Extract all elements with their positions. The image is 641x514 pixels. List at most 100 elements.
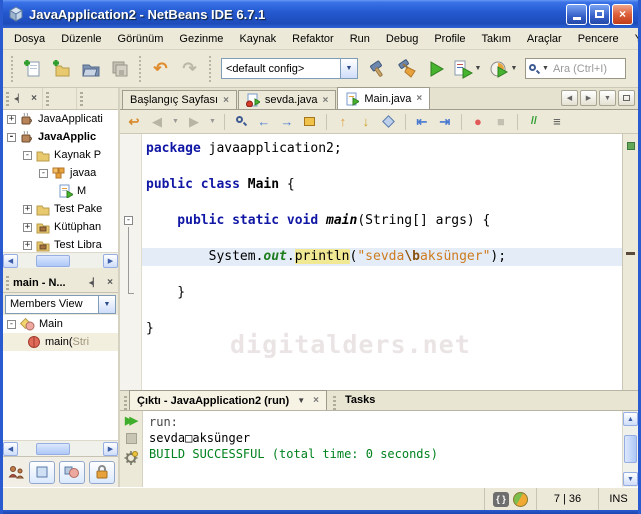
output-console[interactable]: run: sevda□aksünger BUILD SUCCESSFUL (to… (143, 411, 622, 487)
search-dropdown-arrow[interactable]: ▼ (542, 65, 549, 72)
scroll-thumb[interactable] (624, 435, 637, 463)
collapse-icon[interactable]: - (23, 150, 32, 160)
members-view-dropdown[interactable]: ▼ (98, 295, 115, 313)
next-bookmark-button[interactable]: ↓ (356, 115, 376, 128)
stop-button[interactable] (125, 433, 137, 444)
drag-grip[interactable] (332, 396, 336, 410)
menu-gorunum[interactable]: Görünüm (110, 30, 172, 48)
projects-hscrollbar[interactable]: ◀ ▶ (3, 252, 118, 268)
scroll-left-button[interactable]: ◀ (3, 253, 18, 268)
shift-right-button[interactable]: ⇥ (435, 115, 455, 128)
menu-refaktor[interactable]: Refaktor (284, 30, 342, 48)
next-occurrence-button[interactable]: → (277, 115, 297, 128)
rerun-button[interactable]: ▶▶ (125, 414, 138, 427)
menu-debug[interactable]: Debug (378, 30, 426, 48)
menu-profile[interactable]: Profile (426, 30, 473, 48)
tab-close-icon[interactable]: × (323, 95, 329, 106)
navigator-hscrollbar[interactable]: ◀ ▶ (3, 440, 118, 456)
close-button[interactable]: × (612, 3, 633, 25)
tab-main-java[interactable]: Main.java × (337, 87, 431, 109)
close-pane-icon[interactable]: × (29, 92, 39, 105)
dock-tab-handle[interactable] (43, 88, 78, 109)
scroll-right-button[interactable]: ▶ (103, 441, 118, 456)
minimize-button[interactable] (566, 3, 587, 25)
show-inherited-members-icon[interactable] (7, 463, 25, 481)
start-macro-recording-button[interactable]: ● (468, 115, 488, 128)
tasks-tab[interactable]: Tasks (338, 390, 382, 410)
navigator-header[interactable]: main - N... ◂▏ × (3, 273, 118, 293)
scroll-thumb[interactable] (36, 254, 70, 267)
tree-item-package[interactable]: - javaa (3, 164, 118, 182)
tree-item-javaapplication2[interactable]: - JavaApplic (3, 128, 118, 146)
tab-close-icon[interactable]: × (416, 93, 422, 104)
code-area[interactable]: package javaapplication2; public class M… (142, 134, 622, 390)
config-dropdown-button[interactable]: ▼ (340, 59, 357, 78)
maximize-editor-button[interactable] (618, 90, 635, 106)
collapse-icon[interactable]: - (39, 168, 48, 178)
menu-gezinme[interactable]: Gezinme (171, 30, 231, 48)
build-button[interactable] (364, 55, 391, 82)
profile-button[interactable]: ▼ (487, 55, 521, 82)
code-editor[interactable]: - package javaapplication2; public class… (120, 134, 638, 390)
new-file-button[interactable] (19, 55, 46, 82)
back-dropdown-arrow[interactable]: ▼ (172, 118, 179, 125)
projects-pane-header[interactable]: ◂▏ × (3, 88, 44, 109)
show-fields-filter-button[interactable] (29, 460, 55, 484)
update-notification-icon[interactable] (513, 491, 528, 507)
navigator-item-main-class[interactable]: - Main (3, 315, 118, 333)
ant-settings-icon[interactable] (124, 450, 139, 465)
shift-left-button[interactable]: ⇤ (412, 115, 432, 128)
tree-item-kaynak-paketleri[interactable]: - Kaynak P (3, 146, 118, 164)
tab-sevda-java[interactable]: sevda.java × (237, 90, 337, 109)
scroll-tabs-right-button[interactable]: ▶ (580, 90, 597, 106)
toggle-highlight-button[interactable] (300, 115, 320, 128)
error-stripe[interactable] (622, 134, 638, 390)
back-button[interactable]: ◀ (147, 115, 167, 128)
scroll-up-button[interactable]: ▲ (623, 412, 638, 426)
toggle-bookmark-button[interactable] (379, 115, 399, 128)
formatting-notification-icon[interactable]: { } (493, 491, 509, 507)
find-button[interactable] (231, 115, 251, 129)
close-pane-icon[interactable]: × (105, 276, 115, 289)
previous-occurrence-button[interactable]: ← (254, 115, 274, 128)
comment-button[interactable]: // (524, 116, 544, 127)
expand-icon[interactable]: + (23, 204, 32, 214)
clean-build-button[interactable] (393, 55, 420, 82)
output-vscrollbar[interactable]: ▲ ▼ (622, 411, 638, 487)
scroll-tabs-left-button[interactable]: ◀ (561, 90, 578, 106)
previous-bookmark-button[interactable]: ↑ (333, 115, 353, 128)
tree-item-javaapplication1[interactable]: + JavaApplicati (3, 110, 118, 128)
menu-kaynak[interactable]: Kaynak (231, 30, 284, 48)
scroll-thumb[interactable] (36, 442, 70, 455)
menu-araclar[interactable]: Araçlar (519, 30, 570, 48)
title-bar[interactable]: JavaApplication2 - NetBeans IDE 6.7.1 × (3, 0, 638, 28)
profile-dropdown-arrow[interactable]: ▼ (511, 65, 518, 72)
expand-icon[interactable]: + (23, 222, 32, 232)
redo-button[interactable]: ↷ (176, 55, 203, 82)
dock-tab-handle[interactable] (77, 88, 111, 109)
debug-button[interactable]: ▼ (451, 55, 485, 82)
members-view-select[interactable]: Members View ▼ (5, 294, 116, 314)
show-non-public-filter-button[interactable] (89, 460, 115, 484)
last-edit-position-button[interactable]: ↩ (124, 115, 144, 128)
new-project-button[interactable] (48, 55, 75, 82)
tree-item-test-libraries[interactable]: + Test Libra (3, 236, 118, 252)
menu-pencere[interactable]: Pencere (570, 30, 627, 48)
show-static-members-filter-button[interactable] (59, 460, 85, 484)
collapse-icon[interactable]: - (7, 132, 16, 142)
editor-gutter[interactable]: - (120, 134, 142, 390)
expand-icon[interactable]: + (7, 114, 16, 124)
navigator-item-main-method[interactable]: main(Stri (3, 333, 118, 351)
debug-dropdown-arrow[interactable]: ▼ (475, 65, 482, 72)
config-select[interactable]: <default config> ▼ (221, 58, 358, 79)
forward-button[interactable]: ▶ (184, 115, 204, 128)
output-tab[interactable]: Çıktı - JavaApplication2 (run) ▼ × (129, 390, 327, 410)
save-all-button[interactable] (106, 55, 133, 82)
tree-item-kutuphaneler[interactable]: + Kütüphan (3, 218, 118, 236)
undo-button[interactable]: ↶ (147, 55, 174, 82)
drag-grip[interactable] (124, 396, 127, 410)
collapse-icon[interactable]: - (7, 319, 16, 329)
menu-duzenle[interactable]: Düzenle (53, 30, 109, 48)
tab-baslangic-sayfasi[interactable]: Başlangıç Sayfası × (122, 90, 237, 109)
run-button[interactable] (422, 55, 449, 82)
